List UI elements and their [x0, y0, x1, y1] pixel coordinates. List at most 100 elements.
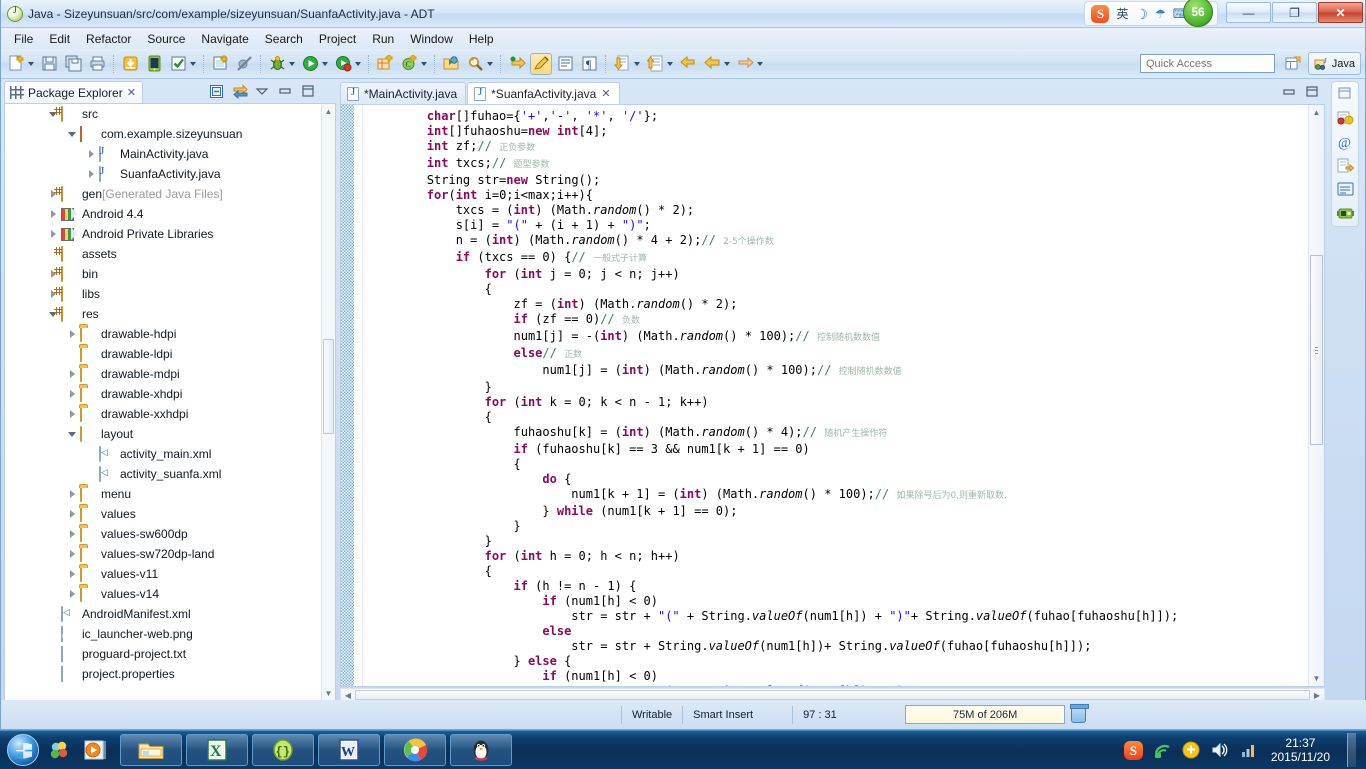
scroll-down-icon[interactable]: ▼ — [322, 687, 335, 700]
problems-view-icon[interactable]: ! — [1337, 110, 1354, 126]
close-button[interactable]: ✕ — [1318, 2, 1363, 23]
new-java-class-icon[interactable]: C — [398, 53, 420, 75]
tray-volume-icon[interactable] — [1211, 741, 1229, 759]
minimize-view-icon[interactable] — [278, 84, 294, 100]
tree-item-res[interactable]: res — [5, 304, 335, 324]
maximize-view-icon[interactable] — [301, 84, 317, 100]
new-android-project-icon[interactable] — [209, 53, 231, 75]
tree-item-gen[interactable]: gen [Generated Java Files] — [5, 184, 335, 204]
tree-item-drawable-ldpi[interactable]: drawable-ldpi — [5, 344, 335, 364]
tree-item-drawable-xxhdpi[interactable]: drawable-xxhdpi — [5, 404, 335, 424]
twisty-collapsed-icon[interactable] — [67, 329, 78, 340]
collapse-all-icon[interactable] — [209, 84, 225, 100]
android-sdk-manager-icon[interactable] — [143, 53, 165, 75]
tree-item-bin[interactable]: bin — [5, 264, 335, 284]
scrollbar-thumb[interactable] — [323, 339, 334, 434]
tree-item-drawable-mdpi[interactable]: drawable-mdpi — [5, 364, 335, 384]
twisty-collapsed-icon[interactable] — [48, 209, 59, 220]
twisty-collapsed-icon[interactable] — [86, 149, 97, 160]
twisty-collapsed-icon[interactable] — [67, 529, 78, 540]
logcat-view-icon[interactable] — [1336, 206, 1354, 222]
twisty-expanded-icon[interactable] — [67, 429, 78, 440]
sogou-logo-icon[interactable]: S — [1091, 4, 1110, 23]
tray-sogou-icon[interactable]: S — [1123, 741, 1143, 760]
chevron-down-icon[interactable] — [322, 61, 328, 66]
twisty-collapsed-icon[interactable] — [67, 569, 78, 580]
quick-access-input[interactable] — [1140, 54, 1275, 73]
menu-search[interactable]: Search — [258, 30, 310, 48]
annotation-ruler[interactable] — [341, 105, 354, 686]
editor-scroll-down-icon[interactable]: ▼ — [1309, 672, 1324, 685]
debug-icon[interactable] — [266, 53, 288, 75]
taskbar-qq-icon[interactable] — [450, 733, 512, 766]
chevron-down-icon[interactable] — [634, 61, 640, 66]
menu-navigate[interactable]: Navigate — [194, 30, 255, 48]
tree-item-android-4-4[interactable]: Android 4.4 — [5, 204, 335, 224]
tree-item-android-private-libraries[interactable]: Android Private Libraries — [5, 224, 335, 244]
new-java-package-icon[interactable] — [374, 53, 396, 75]
chevron-down-icon[interactable] — [28, 61, 34, 66]
menu-run[interactable]: Run — [365, 30, 401, 48]
maximize-button[interactable]: ❐ — [1272, 2, 1317, 23]
menu-help[interactable]: Help — [462, 30, 501, 48]
editor-scrollbar-thumb[interactable] — [1310, 255, 1323, 445]
heap-status-indicator[interactable]: 75M of 206M — [905, 705, 1066, 724]
chevron-down-icon[interactable] — [289, 61, 295, 66]
tray-network-icon[interactable] — [1153, 741, 1171, 759]
tree-item-assets[interactable]: assets — [5, 244, 335, 264]
tree-item-values-sw600dp[interactable]: values-sw600dp — [5, 524, 335, 544]
taskbar-clock[interactable]: 21:37 2015/11/20 — [1271, 736, 1330, 764]
show-desktop-button[interactable] — [1347, 733, 1356, 767]
chevron-down-icon[interactable] — [667, 61, 673, 66]
tree-item-com-example-sizeyunsuan[interactable]: com.example.sizeyunsuan — [5, 124, 335, 144]
menu-file[interactable]: File — [7, 30, 40, 48]
declaration-view-icon[interactable] — [1337, 158, 1354, 174]
twisty-collapsed-icon[interactable] — [67, 389, 78, 400]
taskbar-excel-icon[interactable]: X — [186, 733, 248, 766]
tree-item-mainactivity-java[interactable]: MainActivity.java — [5, 144, 335, 164]
skip-breakpoints-icon[interactable] — [233, 53, 255, 75]
tree-item-drawable-xhdpi[interactable]: drawable-xhdpi — [5, 384, 335, 404]
taskbar-media-player-icon[interactable] — [78, 733, 112, 767]
minimize-editor-icon[interactable] — [1282, 85, 1297, 99]
javadoc-view-icon[interactable]: @ — [1337, 134, 1354, 151]
menu-refactor[interactable]: Refactor — [79, 30, 138, 48]
sogou-ime-toolbar[interactable]: S 英 ☽ ☂ ⌨ 🧰 56 — [1084, 0, 1218, 27]
save-icon[interactable] — [38, 53, 60, 75]
chevron-down-icon[interactable] — [757, 61, 763, 66]
ime-skin-badge[interactable]: 56 — [1183, 0, 1213, 27]
tree-item-menu[interactable]: menu — [5, 484, 335, 504]
scroll-up-icon[interactable]: ▲ — [322, 105, 335, 118]
minimize-button[interactable]: — — [1226, 2, 1271, 23]
twisty-collapsed-icon[interactable] — [86, 169, 97, 180]
export-android-icon[interactable] — [119, 53, 141, 75]
editor-hscrollbar-thumb[interactable] — [355, 690, 1310, 700]
search-icon[interactable] — [464, 53, 486, 75]
taskbar-chrome-icon[interactable] — [384, 733, 446, 766]
next-annotation-icon[interactable] — [506, 53, 528, 75]
print-icon[interactable] — [86, 53, 108, 75]
tree-item-project-properties[interactable]: project.properties — [5, 664, 335, 684]
build-all-icon[interactable] — [167, 53, 189, 75]
taskbar-explorer-icon[interactable] — [120, 733, 182, 766]
link-with-editor-icon[interactable] — [232, 84, 248, 100]
tree-item-values-v14[interactable]: values-v14 — [5, 584, 335, 604]
twisty-collapsed-icon[interactable] — [67, 369, 78, 380]
open-type-icon[interactable] — [440, 53, 462, 75]
tree-item-activity-suanfa-xml[interactable]: activity_suanfa.xml — [5, 464, 335, 484]
folding-ruler[interactable] — [354, 105, 363, 686]
tree-item-suanfaactivity-java[interactable]: SuanfaActivity.java — [5, 164, 335, 184]
run-external-tools-icon[interactable] — [332, 53, 354, 75]
tree-item-src[interactable]: src — [5, 104, 335, 124]
view-menu-icon[interactable] — [255, 84, 271, 100]
ime-mode-label[interactable]: 英 — [1116, 8, 1128, 20]
tree-item-proguard-project-txt[interactable]: proguard-project.txt — [5, 644, 335, 664]
package-explorer-tree[interactable]: srccom.example.sizeyunsuan MainActivity.j… — [4, 103, 336, 702]
taskbar-show-desktop-icon[interactable] — [44, 733, 78, 767]
last-edit-location-icon[interactable] — [644, 53, 666, 75]
show-print-margin-icon[interactable]: ¶ — [578, 53, 600, 75]
new-wizard-icon[interactable] — [5, 53, 27, 75]
toggle-mark-occurrences-icon[interactable] — [530, 52, 552, 75]
twisty-collapsed-icon[interactable] — [67, 509, 78, 520]
menu-edit[interactable]: Edit — [42, 30, 77, 48]
